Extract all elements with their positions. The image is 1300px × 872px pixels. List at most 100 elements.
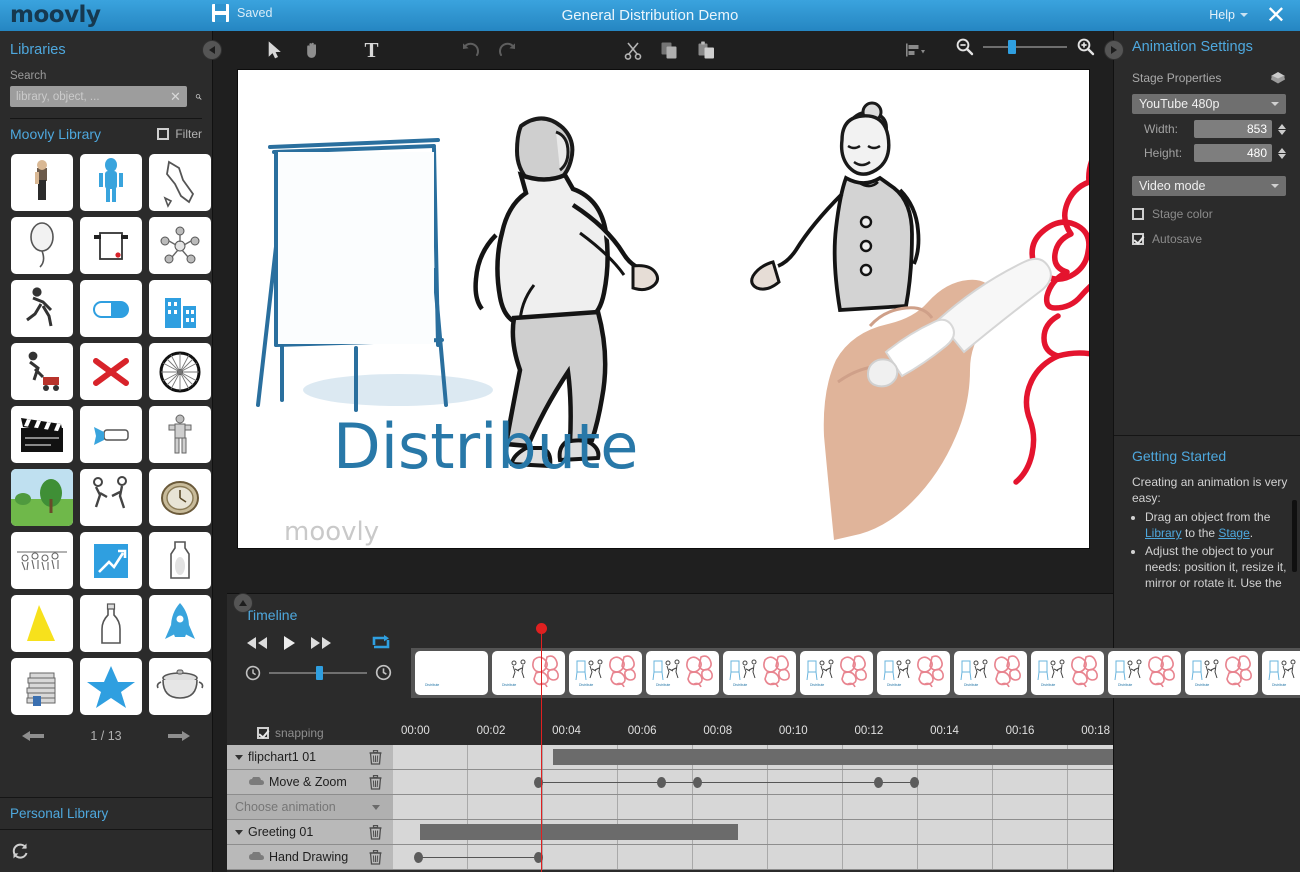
- library-tile-crowd-sketch[interactable]: [11, 532, 73, 589]
- stage-canvas[interactable]: Distribute moovly: [236, 69, 1090, 549]
- stepper-up-icon[interactable]: [1278, 147, 1286, 153]
- scene-thumbnail[interactable]: Distribute: [569, 651, 642, 695]
- zoom-in-icon[interactable]: [1076, 37, 1095, 56]
- paste-button[interactable]: [688, 35, 725, 65]
- clip-bar[interactable]: [552, 749, 1129, 765]
- prev-page-icon[interactable]: [20, 728, 46, 744]
- zoom-slider[interactable]: [983, 39, 1067, 54]
- library-tile-rocket[interactable]: [149, 595, 211, 652]
- fast-forward-icon[interactable]: [309, 635, 333, 651]
- video-mode-select[interactable]: Video mode: [1132, 176, 1286, 196]
- height-input[interactable]: [1194, 144, 1272, 162]
- personal-library-section[interactable]: Personal Library: [0, 797, 212, 830]
- autosave-checkbox[interactable]: [1132, 233, 1144, 245]
- redo-button[interactable]: [489, 35, 526, 65]
- track-label-move-zoom[interactable]: Move & Zoom: [227, 770, 393, 794]
- scene-thumbnail[interactable]: Distribute: [877, 651, 950, 695]
- collapse-library-panel-handle[interactable]: [202, 40, 222, 60]
- library-tile-milk-bottle[interactable]: [149, 532, 211, 589]
- library-tile-molecule[interactable]: [149, 217, 211, 274]
- keyframe-dot[interactable]: [909, 777, 919, 788]
- library-tile-cooking-pot[interactable]: [149, 658, 211, 715]
- library-tile-two-people-walking[interactable]: [80, 469, 142, 526]
- close-icon[interactable]: ✕: [1266, 3, 1286, 27]
- layers-icon[interactable]: [1270, 71, 1286, 85]
- loop-icon[interactable]: [371, 634, 391, 651]
- library-tile-clapperboard[interactable]: [11, 406, 73, 463]
- library-tile-yellow-beam[interactable]: [11, 595, 73, 652]
- collapse-timeline-handle[interactable]: [233, 593, 253, 613]
- search-input[interactable]: [16, 90, 170, 103]
- refresh-icon[interactable]: [10, 841, 30, 861]
- scene-thumbnail[interactable]: Distribute: [1262, 651, 1300, 695]
- search-field[interactable]: ✕: [10, 86, 187, 107]
- filter-toggle[interactable]: Filter: [157, 127, 202, 141]
- help-menu[interactable]: Help: [1209, 8, 1248, 22]
- collapse-settings-panel-handle[interactable]: [1104, 40, 1124, 60]
- scene-thumbnail[interactable]: Distribute: [1185, 651, 1258, 695]
- filter-checkbox[interactable]: [157, 128, 170, 140]
- zoom-slider-handle[interactable]: [1008, 39, 1017, 54]
- library-tile-office-buildings[interactable]: [149, 280, 211, 337]
- undo-button[interactable]: [452, 35, 489, 65]
- resolution-preset-select[interactable]: YouTube 480p: [1132, 94, 1286, 114]
- width-stepper[interactable]: [1278, 123, 1286, 135]
- scene-thumbnail-strip[interactable]: Distribute Distribute Distribute Distribute…: [411, 648, 1300, 698]
- delete-track-icon[interactable]: [369, 825, 382, 840]
- timeline-playhead[interactable]: [536, 623, 547, 872]
- snapping-toggle[interactable]: snapping: [227, 726, 324, 740]
- library-tile-growth-chart[interactable]: [80, 532, 142, 589]
- stage-link[interactable]: Stage: [1218, 526, 1249, 540]
- cut-button[interactable]: [614, 35, 651, 65]
- chevron-down-icon[interactable]: [372, 805, 380, 810]
- library-tile-businessman[interactable]: [11, 154, 73, 211]
- scene-thumbnail[interactable]: Distribute: [800, 651, 873, 695]
- scene-thumbnail[interactable]: Distribute: [1108, 651, 1181, 695]
- stepper-down-icon[interactable]: [1278, 129, 1286, 135]
- library-tile-wine-bottle[interactable]: [80, 595, 142, 652]
- scene-thumbnail[interactable]: Distribute: [492, 651, 565, 695]
- align-button[interactable]: [896, 35, 933, 65]
- library-tile-balloon[interactable]: [11, 217, 73, 274]
- scene-thumbnail[interactable]: Distribute: [723, 651, 796, 695]
- autosave-toggle[interactable]: Autosave: [1114, 221, 1300, 246]
- pan-tool-button[interactable]: [294, 35, 331, 65]
- track-label-hand-drawing[interactable]: Hand Drawing: [227, 845, 393, 869]
- library-tile-anatomy-figure[interactable]: [80, 154, 142, 211]
- delete-track-icon[interactable]: [369, 750, 382, 765]
- width-input[interactable]: [1194, 120, 1272, 138]
- stepper-down-icon[interactable]: [1278, 153, 1286, 159]
- track-label-greeting-01[interactable]: Greeting 01: [227, 820, 393, 844]
- scene-thumbnail[interactable]: Distribute: [1031, 651, 1104, 695]
- delete-track-icon[interactable]: [369, 775, 382, 790]
- expand-triangle-icon[interactable]: [235, 754, 243, 760]
- delete-track-icon[interactable]: [369, 850, 382, 865]
- clip-bar[interactable]: [420, 824, 738, 840]
- library-tile-blue-tool[interactable]: [80, 406, 142, 463]
- library-tile-red-cross-mark[interactable]: [80, 343, 142, 400]
- library-tile-pill-capsule[interactable]: [80, 280, 142, 337]
- text-tool-button[interactable]: T: [353, 35, 390, 65]
- library-tile-italy-map[interactable]: [149, 154, 211, 211]
- search-icon[interactable]: [195, 88, 202, 106]
- track-label-flipchart1-01[interactable]: flipchart1 01: [227, 745, 393, 769]
- library-tile-bicycle-wheel[interactable]: [149, 343, 211, 400]
- snapping-checkbox[interactable]: [257, 726, 269, 739]
- library-tile-tree-landscape[interactable]: [11, 469, 73, 526]
- scene-thumbnail[interactable]: Distribute: [646, 651, 719, 695]
- speed-slider-handle[interactable]: [316, 665, 324, 680]
- stepper-up-icon[interactable]: [1278, 123, 1286, 129]
- rewind-icon[interactable]: [245, 635, 269, 651]
- library-tile-clock-dial[interactable]: [149, 469, 211, 526]
- library-tile-stack-of-papers[interactable]: [11, 658, 73, 715]
- next-page-icon[interactable]: [166, 728, 192, 744]
- height-stepper[interactable]: [1278, 147, 1286, 159]
- stage-color-checkbox[interactable]: [1132, 208, 1144, 220]
- clear-search-icon[interactable]: ✕: [170, 90, 181, 103]
- library-tile-blue-star[interactable]: [80, 658, 142, 715]
- library-tile-paper-roll[interactable]: [80, 217, 142, 274]
- scene-thumbnail[interactable]: Distribute: [415, 651, 488, 695]
- scene-thumbnail[interactable]: Distribute: [954, 651, 1027, 695]
- library-link[interactable]: Library: [1145, 526, 1182, 540]
- speed-slider[interactable]: [269, 665, 367, 680]
